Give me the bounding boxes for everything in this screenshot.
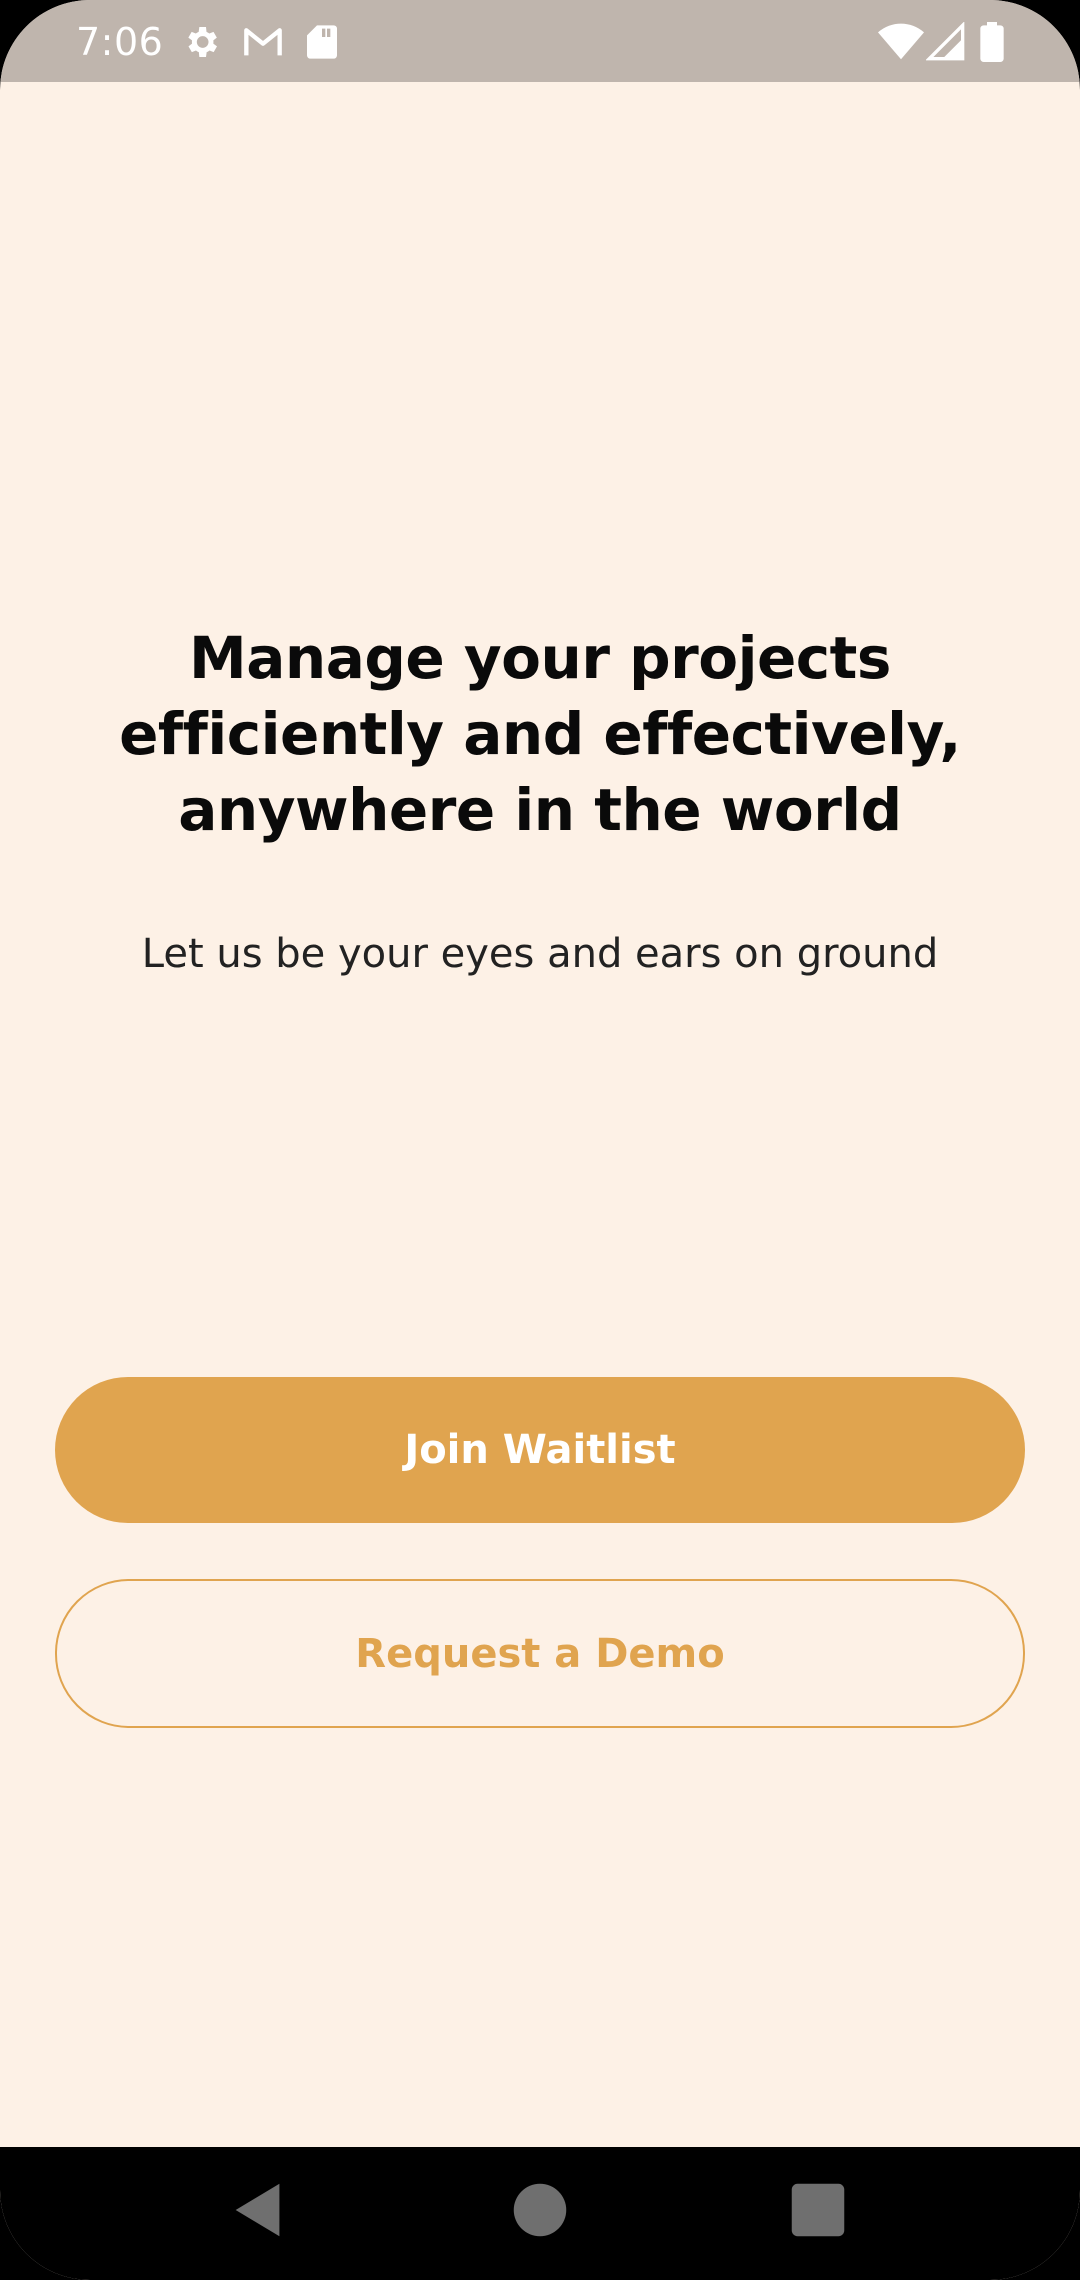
- sd-card-icon: [305, 22, 339, 62]
- onboarding-content: Manage your projects efficiently and eff…: [0, 82, 1080, 2147]
- battery-icon: [980, 22, 1004, 62]
- status-bar: 7:06: [0, 0, 1080, 82]
- cell-signal-icon: [926, 22, 966, 62]
- app-screen: 7:06 Manage your projects efficiently an…: [0, 0, 1080, 2280]
- request-demo-button[interactable]: Request a Demo: [55, 1579, 1025, 1728]
- status-time: 7:06: [76, 20, 164, 64]
- settings-icon: [181, 22, 221, 62]
- join-waitlist-button[interactable]: Join Waitlist: [55, 1377, 1025, 1523]
- back-icon[interactable]: [224, 2175, 294, 2245]
- recents-icon[interactable]: [783, 2175, 853, 2245]
- wifi-icon: [878, 22, 924, 62]
- system-nav-bar: [0, 2147, 1080, 2280]
- page-title: Manage your projects efficiently and eff…: [119, 624, 961, 844]
- home-icon[interactable]: [505, 2175, 575, 2245]
- gmail-icon: [240, 22, 286, 62]
- page-subtitle: Let us be your eyes and ears on ground: [141, 931, 939, 977]
